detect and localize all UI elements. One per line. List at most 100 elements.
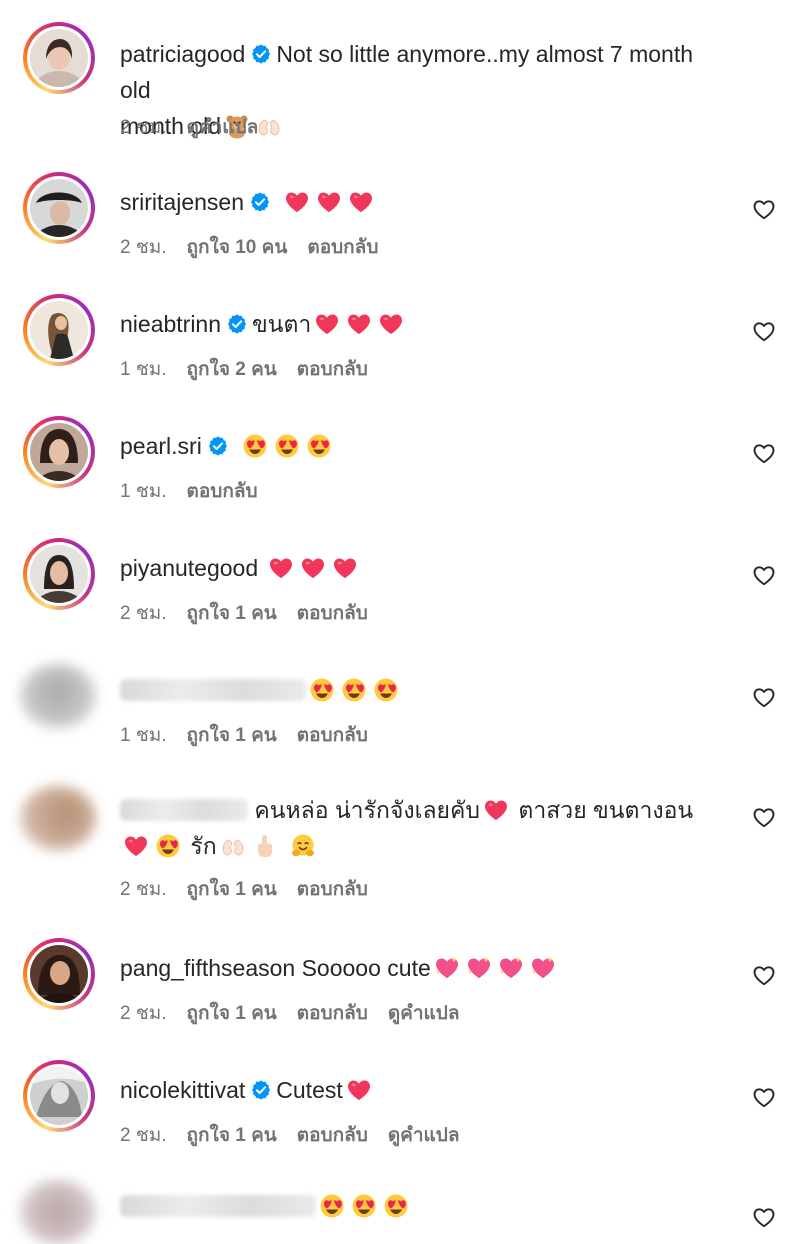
reply-button[interactable]: ตอบกลับ (187, 481, 258, 502)
comment-body: piyanutegood (120, 550, 720, 586)
comment-body: nieabtrinn ขนตา (120, 306, 720, 342)
comment-meta: 1 ชม. ตอบกลับ (120, 480, 278, 504)
comment-username[interactable] (120, 799, 248, 821)
comment-username[interactable]: nieabtrinn (120, 311, 221, 337)
reply-button[interactable]: ตอบกลับ (297, 1125, 368, 1146)
red-heart-emoji-icon (123, 833, 149, 859)
like-heart-icon[interactable] (751, 440, 777, 466)
avatar-story-ring[interactable] (23, 294, 95, 366)
reply-button[interactable]: ตอบกลับ (297, 359, 368, 380)
verified-badge-icon (250, 43, 272, 65)
red-heart-emoji-icon (378, 311, 404, 337)
avatar (30, 29, 88, 87)
like-heart-icon[interactable] (751, 962, 777, 988)
comment-text-continued: ตาสวย ขนตางอน (518, 797, 694, 823)
comment-text: Sooooo cute (301, 955, 431, 981)
comment-body (120, 672, 720, 708)
avatar-story-ring[interactable] (23, 1060, 95, 1132)
like-heart-icon[interactable] (751, 684, 777, 710)
comment-meta: 2 ชม. ถูกใจ 1 คน ตอบกลับ (120, 602, 388, 626)
like-heart-icon[interactable] (751, 1204, 777, 1230)
red-heart-emoji-icon (284, 189, 310, 215)
comment-username[interactable]: nicolekittivat (120, 1077, 245, 1103)
comment-username[interactable] (120, 679, 306, 701)
comment-time: 2 ชม. (120, 237, 167, 258)
likes-count[interactable]: ถูกใจ 1 คน (187, 725, 277, 746)
avatar[interactable] (20, 786, 96, 850)
like-heart-icon[interactable] (751, 804, 777, 830)
verified-badge-icon (250, 1079, 272, 1101)
avatar-story-ring[interactable] (23, 22, 95, 94)
avatar-story-ring[interactable] (23, 416, 95, 488)
comment-time: 1 ชม. (120, 359, 167, 380)
pointing-finger-emoji-icon (252, 833, 278, 859)
likes-count[interactable]: ถูกใจ 1 คน (187, 603, 277, 624)
comment-text: ขนตา (252, 311, 312, 337)
reply-button[interactable]: ตอบกลับ (297, 1003, 368, 1024)
heart-eyes-emoji-icon (341, 677, 367, 703)
comment-meta: 2 ชม. ถูกใจ 1 คน ตอบกลับ ดูคำแปล (120, 1002, 480, 1026)
sparkling-heart-emoji-icon (498, 955, 524, 981)
avatar[interactable] (20, 1180, 96, 1244)
reply-button[interactable]: ตอบกลับ (297, 879, 368, 900)
comment-username[interactable]: pearl.sri (120, 433, 202, 459)
comment-time: 2 ชม. (120, 1003, 167, 1024)
translate-link[interactable]: ดูคำแปล (388, 1125, 460, 1146)
red-heart-emoji-icon (300, 555, 326, 581)
avatar (30, 179, 88, 237)
red-heart-emoji-icon (346, 1077, 372, 1103)
red-heart-emoji-icon (332, 555, 358, 581)
reply-button[interactable]: ตอบกลับ (297, 603, 368, 624)
like-heart-icon[interactable] (751, 196, 777, 222)
avatar-story-ring[interactable] (23, 172, 95, 244)
comment-body: pang_fifthseason Sooooo cute (120, 950, 720, 986)
heart-eyes-emoji-icon (383, 1193, 409, 1219)
comment-meta: 2 ชม. ถูกใจ 1 คน ตอบกลับ ดูคำแปล (120, 1124, 480, 1148)
sparkling-heart-emoji-icon (530, 955, 556, 981)
like-heart-icon[interactable] (751, 1084, 777, 1110)
likes-count[interactable]: ถูกใจ 1 คน (187, 1125, 277, 1146)
heart-hands-emoji-icon (220, 833, 246, 859)
comment-meta: 2 ชม. ถูกใจ 1 คน ตอบกลับ (120, 878, 388, 902)
like-heart-icon[interactable] (751, 318, 777, 344)
likes-count[interactable]: ถูกใจ 1 คน (187, 879, 277, 900)
comment-text: คนหล่อ น่ารักจังเลยคับ (254, 797, 480, 823)
comment-username[interactable]: piyanutegood (120, 555, 258, 581)
translate-link[interactable]: ดูคำแปล (388, 1003, 460, 1024)
comment-time: 2 ชม. (120, 117, 167, 138)
sparkling-heart-emoji-icon (466, 955, 492, 981)
avatar (30, 301, 88, 359)
comment-time: 1 ชม. (120, 481, 167, 502)
avatar (30, 1067, 88, 1125)
avatar-story-ring[interactable] (23, 538, 95, 610)
reply-button[interactable]: ตอบกลับ (297, 725, 368, 746)
likes-count[interactable]: ถูกใจ 10 คน (187, 237, 288, 258)
like-heart-icon[interactable] (751, 562, 777, 588)
comment-time: 2 ชม. (120, 603, 167, 624)
red-heart-emoji-icon (314, 311, 340, 337)
comment-text: Cutest (276, 1077, 343, 1103)
red-heart-emoji-icon (346, 311, 372, 337)
likes-count[interactable]: ถูกใจ 1 คน (187, 1003, 277, 1024)
comment-meta: 1 ชม. ถูกใจ 2 คน ตอบกลับ (120, 358, 388, 382)
comment-body: nicolekittivat Cutest (120, 1072, 720, 1108)
sparkling-heart-emoji-icon (434, 955, 460, 981)
translate-link[interactable]: ดูคำแปล (187, 117, 259, 138)
avatar[interactable] (20, 664, 96, 728)
verified-badge-icon (249, 191, 271, 213)
comment-username[interactable] (120, 1195, 316, 1217)
comment-body: pearl.sri (120, 428, 720, 464)
avatar-story-ring[interactable] (23, 938, 95, 1010)
heart-eyes-emoji-icon (306, 433, 332, 459)
reply-button[interactable]: ตอบกลับ (307, 237, 378, 258)
comment-username[interactable]: pang_fifthseason (120, 955, 295, 981)
red-heart-emoji-icon (483, 797, 509, 823)
red-heart-emoji-icon (268, 555, 294, 581)
hugging-face-emoji-icon (290, 833, 316, 859)
comment-body: sriritajensen (120, 184, 720, 220)
comment-username[interactable]: sriritajensen (120, 189, 244, 215)
comment-meta: 2 ชม. ถูกใจ 10 คน ตอบกลับ (120, 236, 398, 260)
heart-eyes-emoji-icon (155, 833, 181, 859)
comment-username[interactable]: patriciagood (120, 41, 245, 67)
likes-count[interactable]: ถูกใจ 2 คน (187, 359, 277, 380)
